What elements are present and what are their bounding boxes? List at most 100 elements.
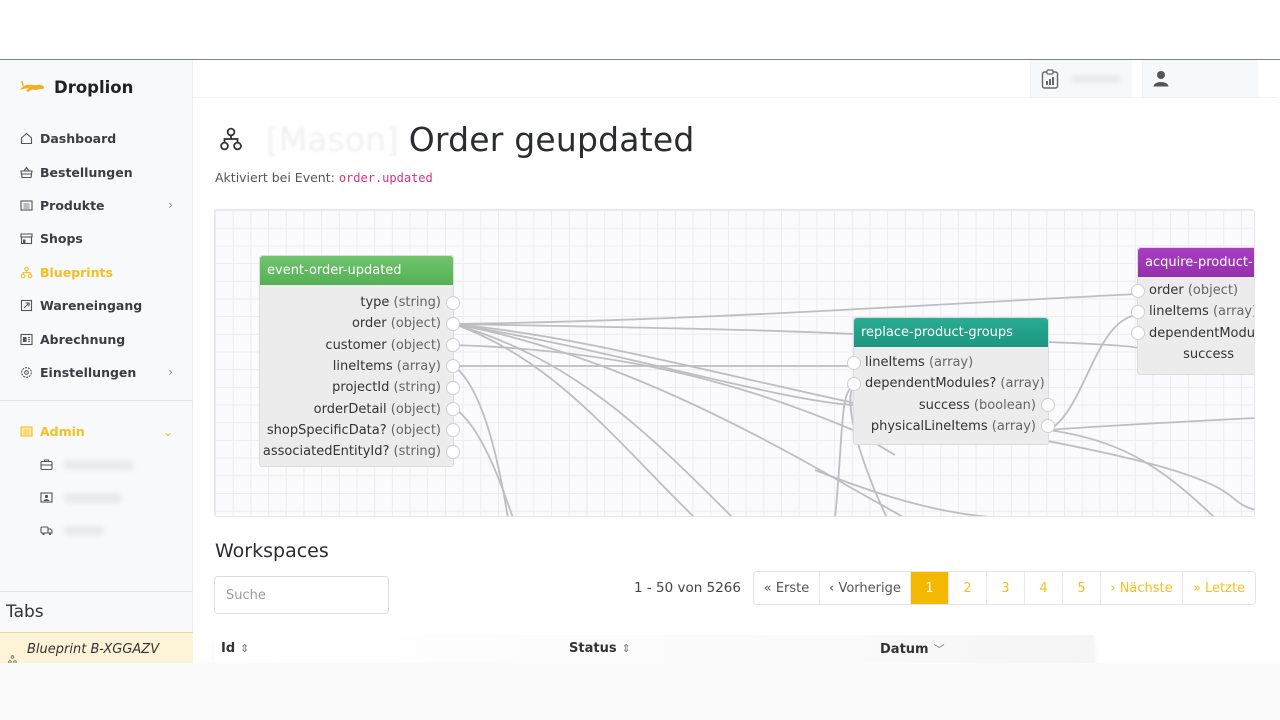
output-port-handle[interactable] xyxy=(446,444,460,459)
sort-icon: ⇕ xyxy=(621,642,631,655)
pagination-next-button[interactable]: › Nächste xyxy=(1101,572,1183,604)
edge xyxy=(453,323,695,516)
sidebar-item-produkte[interactable]: Produkte › xyxy=(0,189,193,222)
sidebar-item-label: Wareneingang xyxy=(40,298,143,314)
tabs-heading: Tabs xyxy=(6,602,44,622)
blueprint-canvas[interactable]: event-order-updated type (string) order … xyxy=(214,209,1255,517)
output-port-handle[interactable] xyxy=(446,295,460,310)
node-header[interactable]: event-order-updated xyxy=(260,256,453,285)
admin-section: Admin ⌄ xyxy=(0,415,193,547)
search-input[interactable] xyxy=(214,576,389,614)
sidebar-item-label: Abrechnung xyxy=(40,331,126,347)
sidebar-item-blueprints[interactable]: Blueprints xyxy=(0,256,193,289)
screen-bottom-margin xyxy=(0,663,1280,720)
pagination-page-button[interactable]: 2 xyxy=(949,572,987,604)
edge xyxy=(1048,314,1138,431)
admin-sub-item[interactable] xyxy=(0,481,193,514)
port-name: order xyxy=(351,316,387,332)
brand-name: Droplion xyxy=(54,77,134,97)
pagination-page-button[interactable]: 1 xyxy=(911,572,949,604)
sidebar-item-dashboard[interactable]: Dashboard xyxy=(0,122,193,155)
basket-icon xyxy=(19,165,33,179)
pagination-page-button[interactable]: 4 xyxy=(1025,572,1063,604)
output-port-handle[interactable] xyxy=(446,338,460,353)
flow-node-event-order-updated[interactable]: event-order-updated type (string) order … xyxy=(259,255,460,467)
node-input-port-row: order (object) xyxy=(1131,280,1254,301)
user-menu-button[interactable] xyxy=(1142,60,1258,97)
input-port-handle[interactable] xyxy=(847,355,861,370)
output-port-handle[interactable] xyxy=(446,380,460,395)
screen-top-margin xyxy=(0,0,1280,60)
brand[interactable]: Droplion xyxy=(18,74,133,100)
pagination-prev-button[interactable]: ‹ Vorherige xyxy=(820,572,911,604)
clipboard-chart-icon xyxy=(1041,68,1059,89)
sidebar-item-label: Dashboard xyxy=(40,131,117,147)
sidebar-item-admin[interactable]: Admin ⌄ xyxy=(0,415,193,448)
chevron-right-icon: › xyxy=(168,198,173,213)
output-port-handle[interactable] xyxy=(1041,398,1055,413)
page-title-row: [Mason] Order geupdated xyxy=(220,118,695,160)
edge xyxy=(453,323,854,335)
list-icon xyxy=(19,198,33,212)
column-header-datum[interactable]: Datum ﹀ xyxy=(880,641,945,657)
edge xyxy=(453,323,733,516)
column-label: Status xyxy=(569,641,617,656)
table-header: Id ⇕ Status ⇕ Datum ﹀ xyxy=(214,635,1094,663)
column-header-status[interactable]: Status ⇕ xyxy=(569,641,631,656)
truck-icon xyxy=(40,524,54,538)
chevron-down-icon: ⌄ xyxy=(162,424,173,439)
inbound-icon xyxy=(19,299,33,313)
sidebar-item-bestellungen[interactable]: Bestellungen xyxy=(0,155,193,188)
sidebar-item-label: Admin xyxy=(40,424,85,440)
sidebar-item-wareneingang[interactable]: Wareneingang xyxy=(0,289,193,322)
port-name: success xyxy=(1183,347,1234,363)
invoice-icon xyxy=(19,332,33,346)
report-button[interactable] xyxy=(1030,60,1132,97)
admin-sub-item[interactable] xyxy=(0,448,193,481)
sidebar-item-einstellungen[interactable]: Einstellungen › xyxy=(0,356,193,389)
port-type: (array) xyxy=(928,355,974,371)
pagination-page-button[interactable]: 5 xyxy=(1063,572,1101,604)
node-header[interactable]: replace-product-groups xyxy=(854,318,1048,347)
event-label: Aktiviert bei Event: xyxy=(215,170,335,185)
workspaces-heading: Workspaces xyxy=(215,540,329,562)
blurred-label xyxy=(1071,74,1121,83)
flow-node-acquire-product[interactable]: acquire-product- order (object) lineItem… xyxy=(1131,247,1255,375)
node-output-port-row: projectId (string) xyxy=(260,377,460,398)
port-name: projectId xyxy=(332,380,390,396)
admin-sub-item[interactable] xyxy=(0,514,193,547)
input-port-handle[interactable] xyxy=(1131,283,1145,298)
node-output-port-row: success (boolean) xyxy=(854,395,1055,416)
column-header-id[interactable]: Id ⇕ xyxy=(221,641,249,656)
page-title: Order geupdated xyxy=(408,119,695,159)
port-name: dependentModu xyxy=(1149,325,1255,341)
blurred-label xyxy=(64,459,134,470)
pagination-page-button[interactable]: 3 xyxy=(987,572,1025,604)
node-output-port-row: order (object) xyxy=(260,313,460,334)
sidebar-item-label: Bestellungen xyxy=(40,164,133,180)
store-icon xyxy=(19,232,33,246)
port-type: (object) xyxy=(390,422,441,438)
port-type: (array) xyxy=(1000,376,1045,392)
port-name: order xyxy=(1149,283,1184,299)
sidebar-item-abrechnung[interactable]: Abrechnung xyxy=(0,322,193,355)
port-type: (array) xyxy=(991,419,1036,435)
input-port-handle[interactable] xyxy=(1131,304,1145,319)
sidebar-item-label: Shops xyxy=(40,231,83,247)
input-port-handle[interactable] xyxy=(1131,326,1145,341)
port-type: (array) xyxy=(396,359,441,375)
output-port-handle[interactable] xyxy=(446,401,460,416)
port-name: type xyxy=(360,295,390,311)
column-label: Datum xyxy=(880,642,929,657)
output-port-handle[interactable] xyxy=(446,316,460,331)
node-output-port-row: orderDetail (object) xyxy=(260,398,460,419)
flow-node-replace-product-groups[interactable]: replace-product-groups lineItems (array)… xyxy=(847,317,1055,445)
pagination-first-button[interactable]: « Erste xyxy=(754,572,820,604)
open-tab-item[interactable]: Blueprint B-XGGAZV xyxy=(0,632,193,663)
node-header[interactable]: acquire-product- xyxy=(1138,248,1254,277)
pagination-last-button[interactable]: » Letzte xyxy=(1183,572,1255,604)
sidebar-item-shops[interactable]: Shops xyxy=(0,222,193,255)
input-port-handle[interactable] xyxy=(847,376,861,391)
edge xyxy=(453,323,854,406)
gear-icon xyxy=(19,365,33,379)
